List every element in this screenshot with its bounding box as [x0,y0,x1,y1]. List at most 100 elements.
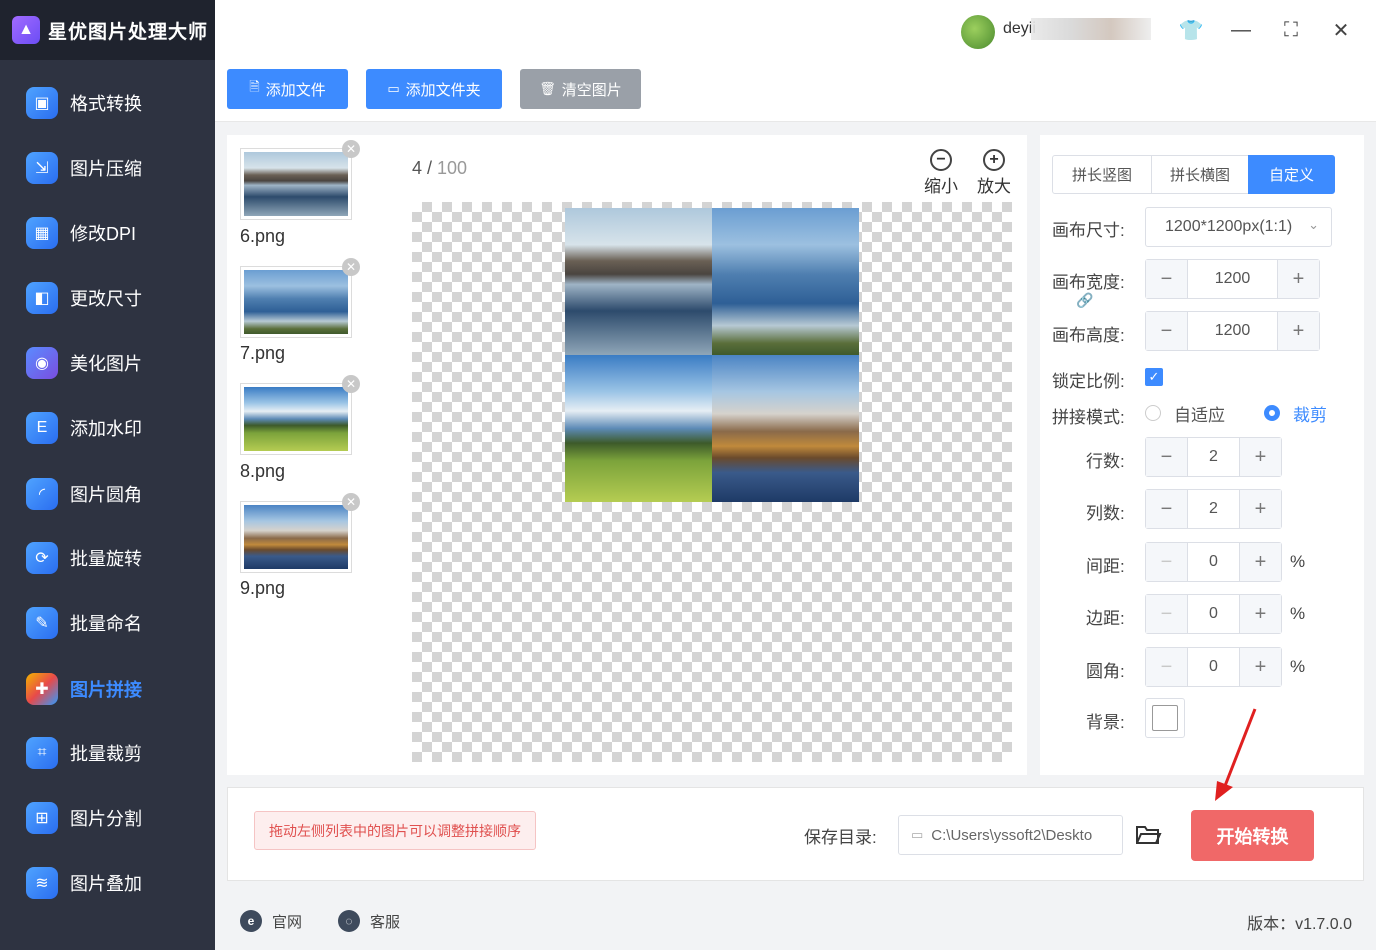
sidebar-item-rename[interactable]: ✎ 批量命名 [0,595,215,651]
remove-icon[interactable]: ✕ [342,493,360,511]
title-bar: deyii 👕 — ⛶ ✕ [215,0,1376,60]
increment-button[interactable]: + [1240,490,1281,528]
decrement-button[interactable]: − [1146,648,1187,686]
thumbnail-image [244,505,348,569]
canvas-width-value[interactable]: 1200 [1187,260,1278,298]
decrement-button[interactable]: − [1146,543,1187,581]
canvas-size-select[interactable]: 1200*1200px(1:1) ⌄ [1145,207,1332,247]
tab-label: 自定义 [1268,167,1314,184]
minimize-button[interactable]: — [1227,16,1255,44]
sidebar-item-label: 美化图片 [70,354,142,374]
sidebar-item-overlay[interactable]: ≋ 图片叠加 [0,855,215,911]
background-color-picker[interactable] [1145,698,1185,738]
sidebar-item-watermark[interactable]: E 添加水印 [0,400,215,456]
page-counter: 4 / 100 [412,158,467,179]
trash-icon: 🗑 [539,81,556,96]
decrement-button[interactable]: − [1146,438,1187,476]
collage-cell [712,208,859,355]
spacing-value[interactable]: 0 [1187,543,1240,581]
remove-icon[interactable]: ✕ [342,140,360,158]
sidebar-item-stitch[interactable]: ✚ 图片拼接 [0,661,215,717]
support-link[interactable]: ◌ 客服 [338,910,400,932]
sidebar-item-label: 批量旋转 [70,549,142,569]
cols-value[interactable]: 2 [1187,490,1240,528]
lock-ratio-checkbox[interactable]: ✓ [1145,368,1163,386]
margin-stepper: − 0 + [1145,594,1282,634]
file-icon: 🗎 [249,79,260,94]
decrement-button[interactable]: − [1146,490,1187,528]
sidebar-item-split[interactable]: ⊞ 图片分割 [0,790,215,846]
website-label: 官网 [272,913,303,931]
radius-stepper: − 0 + [1145,647,1282,687]
mode-crop-radio[interactable] [1264,405,1280,421]
save-path-input[interactable]: ▭ C:\Users\yssoft2\Deskto [898,815,1123,855]
skin-icon[interactable]: 👕 [1177,16,1205,44]
bottom-bar: 拖动左侧列表中的图片可以调整拼接顺序 保存目录: ▭ C:\Users\ysso… [227,787,1364,881]
increment-button[interactable]: + [1240,595,1281,633]
zoom-out-button[interactable]: − 缩小 [924,149,958,197]
sidebar-item-label: 图片叠加 [70,874,142,894]
file-thumbnail[interactable]: ✕ [240,375,360,455]
collage-cell [565,355,712,502]
increment-button[interactable]: + [1240,543,1281,581]
tab-custom[interactable]: 自定义 [1248,155,1335,194]
canvas-height-value[interactable]: 1200 [1187,312,1278,350]
folder-icon: ▭ [911,827,924,842]
increment-button[interactable]: + [1240,438,1281,476]
avatar[interactable] [961,15,995,49]
file-thumbnail[interactable]: ✕ [240,258,360,338]
file-thumbnail[interactable]: ✕ [240,140,360,220]
tab-horizontal-stitch[interactable]: 拼长横图 [1151,155,1249,194]
sidebar-item-rotate[interactable]: ⟳ 批量旋转 [0,530,215,586]
rotate-icon: ⟳ [26,542,58,574]
canvas-height-label: 画布高度: [1052,326,1125,345]
increment-button[interactable]: + [1278,260,1319,298]
website-link[interactable]: e 官网 [240,910,302,932]
radius-value[interactable]: 0 [1187,648,1240,686]
counter-separator: / [422,158,438,178]
add-folder-button[interactable]: ▭ 添加文件夹 [366,69,502,109]
decrement-button[interactable]: − [1146,260,1187,298]
dpi-icon: ▦ [26,217,58,249]
zoom-in-button[interactable]: + 放大 [977,149,1011,197]
remove-icon[interactable]: ✕ [342,258,360,276]
percent-unit: % [1290,604,1306,623]
mode-fit-radio[interactable] [1145,405,1161,421]
percent-unit: % [1290,552,1306,571]
sidebar-item-label: 格式转换 [70,94,142,114]
spacing-label: 间距: [1086,557,1125,576]
thumbnail-image [244,387,348,451]
close-button[interactable]: ✕ [1327,16,1355,44]
sidebar-item-resize[interactable]: ◧ 更改尺寸 [0,270,215,326]
username-blur [1031,18,1151,40]
support-label: 客服 [370,913,401,931]
add-file-button[interactable]: 🗎 添加文件 [227,69,348,109]
sidebar-item-beautify[interactable]: ◉ 美化图片 [0,335,215,391]
clear-label: 清空图片 [561,81,622,99]
remove-icon[interactable]: ✕ [342,375,360,393]
maximize-button[interactable]: ⛶ [1277,16,1305,44]
sidebar-item-crop[interactable]: ⌗ 批量裁剪 [0,725,215,781]
tab-vertical-stitch[interactable]: 拼长竖图 [1052,155,1152,194]
settings-panel: 拼长竖图 拼长横图 自定义 画布尺寸: 1200*1200px(1:1) ⌄ 画… [1040,135,1364,775]
folder-open-icon[interactable] [1134,821,1162,847]
decrement-button[interactable]: − [1146,595,1187,633]
sidebar-item-compress[interactable]: ⇲ 图片压缩 [0,140,215,196]
sidebar-item-dpi[interactable]: ▦ 修改DPI [0,205,215,261]
increment-button[interactable]: + [1240,648,1281,686]
folder-icon: ▭ [387,81,400,96]
clear-button[interactable]: 🗑 清空图片 [520,69,641,109]
start-button[interactable]: 开始转换 [1191,810,1314,861]
sidebar-item-round-corner[interactable]: ◜ 图片圆角 [0,466,215,522]
margin-value[interactable]: 0 [1187,595,1240,633]
file-thumbnail[interactable]: ✕ [240,493,360,573]
watermark-icon: E [26,412,58,444]
rows-value[interactable]: 2 [1187,438,1240,476]
decrement-button[interactable]: − [1146,312,1187,350]
sidebar-item-label: 更改尺寸 [70,289,142,309]
sidebar-item-format-convert[interactable]: ▣ 格式转换 [0,75,215,131]
file-name: 9.png [240,578,286,598]
link-icon[interactable]: 🔗 [1076,292,1093,309]
increment-button[interactable]: + [1278,312,1319,350]
version-text: 版本：v1.7.0.0 [1247,916,1352,933]
